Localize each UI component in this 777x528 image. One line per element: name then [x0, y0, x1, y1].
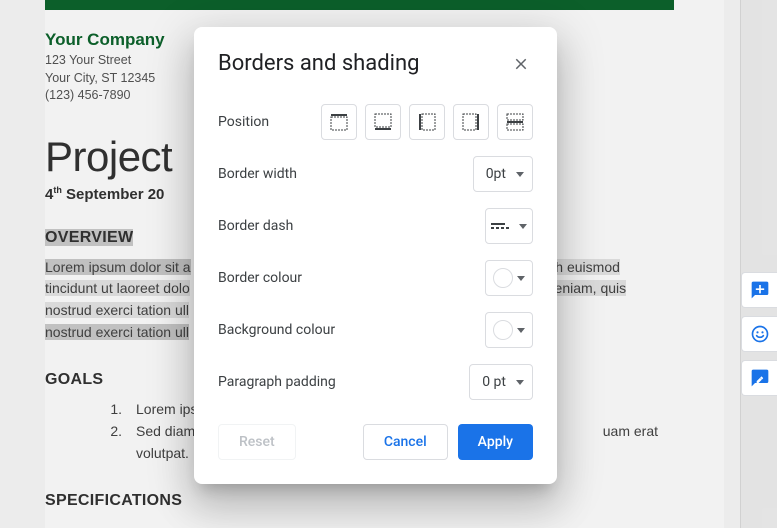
border-colour-select[interactable]	[485, 260, 533, 296]
border-colour-row: Border colour	[218, 252, 533, 304]
border-left-icon	[418, 113, 436, 131]
reset-button[interactable]: Reset	[218, 424, 296, 460]
border-bottom-icon	[374, 113, 392, 131]
border-dash-select[interactable]	[485, 208, 533, 244]
suggest-edits-button[interactable]	[741, 360, 777, 396]
add-comment-button[interactable]	[741, 272, 777, 308]
emoji-reaction-button[interactable]	[741, 316, 777, 352]
position-row: Position	[218, 96, 533, 148]
colour-swatch	[493, 320, 513, 340]
chevron-down-icon	[516, 380, 524, 385]
border-width-row: Border width 0pt	[218, 148, 533, 200]
paragraph-padding-select[interactable]: 0 pt	[469, 364, 533, 400]
chevron-down-icon	[516, 172, 524, 177]
text-selection: Lorem ipsum dolor sit a	[45, 259, 191, 275]
dialog-buttons: Reset Cancel Apply	[218, 424, 533, 460]
border-between-icon	[506, 113, 524, 131]
border-width-label: Border width	[218, 166, 297, 182]
suggest-edit-icon	[750, 368, 770, 388]
chevron-down-icon	[517, 276, 525, 281]
close-button[interactable]	[509, 52, 533, 76]
colour-swatch	[493, 268, 513, 288]
emoji-icon	[750, 324, 770, 344]
position-right-button[interactable]	[453, 104, 489, 140]
position-between-button[interactable]	[497, 104, 533, 140]
border-width-select[interactable]: 0pt	[473, 156, 533, 192]
background-colour-row: Background colour	[218, 304, 533, 356]
cancel-button[interactable]: Cancel	[363, 424, 448, 460]
paragraph-padding-label: Paragraph padding	[218, 374, 336, 390]
chevron-down-icon	[517, 328, 525, 333]
position-buttons	[321, 104, 533, 140]
apply-button[interactable]: Apply	[458, 424, 533, 460]
background-colour-select[interactable]	[485, 312, 533, 348]
position-bottom-button[interactable]	[365, 104, 401, 140]
background-colour-label: Background colour	[218, 322, 335, 338]
text-selection: OVERVIEW	[45, 229, 133, 246]
position-top-button[interactable]	[321, 104, 357, 140]
text-selection: nostrud exerci tation ull	[45, 324, 189, 340]
right-side-rail	[741, 272, 777, 396]
border-dash-label: Border dash	[218, 218, 293, 234]
header-accent-bar	[45, 0, 674, 10]
dialog-header: Borders and shading	[218, 51, 533, 76]
specifications-heading: SPECIFICATIONS	[45, 492, 674, 510]
close-icon	[512, 55, 530, 73]
dialog-title: Borders and shading	[218, 51, 420, 76]
border-top-icon	[330, 113, 348, 131]
borders-shading-dialog: Borders and shading Position Border	[194, 27, 557, 484]
border-colour-label: Border colour	[218, 270, 302, 286]
position-left-button[interactable]	[409, 104, 445, 140]
add-comment-icon	[750, 280, 770, 300]
list-number: 2.	[100, 421, 122, 464]
paragraph-padding-value: 0 pt	[482, 374, 506, 390]
border-width-value: 0pt	[486, 166, 506, 182]
dash-icon	[491, 223, 509, 229]
paragraph-padding-row: Paragraph padding 0 pt	[218, 356, 533, 408]
border-dash-row: Border dash	[218, 200, 533, 252]
list-number: 1.	[100, 399, 122, 421]
border-right-icon	[462, 113, 480, 131]
chevron-down-icon	[519, 224, 527, 229]
position-label: Position	[218, 114, 269, 130]
